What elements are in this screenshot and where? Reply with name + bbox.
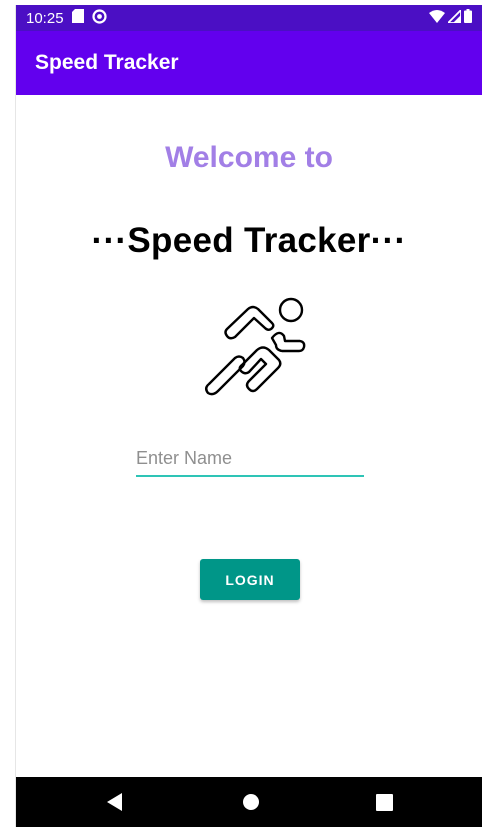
name-input[interactable] xyxy=(136,445,364,477)
back-icon[interactable] xyxy=(85,777,145,827)
recents-icon[interactable] xyxy=(354,777,414,827)
sd-card-icon xyxy=(71,9,84,27)
status-bar: 10:25 xyxy=(16,5,482,31)
navigation-bar xyxy=(16,777,482,827)
battery-icon xyxy=(464,9,472,27)
status-left: 10:25 xyxy=(26,8,107,28)
cellular-signal-icon xyxy=(445,7,462,27)
app-heading: ···Speed Tracker··· xyxy=(91,221,407,260)
status-right xyxy=(429,7,472,27)
app-bar: Speed Tracker xyxy=(16,31,482,95)
wifi-icon xyxy=(429,9,445,27)
home-icon[interactable] xyxy=(221,777,281,827)
status-time: 10:25 xyxy=(26,9,64,27)
login-button[interactable]: LOGIN xyxy=(200,559,300,600)
app-bar-title: Speed Tracker xyxy=(35,51,179,74)
sync-icon xyxy=(91,8,107,28)
welcome-text: Welcome to xyxy=(165,141,333,174)
runner-icon xyxy=(199,295,309,399)
app-screen: 10:25 Speed Tracker Welcome to ···Speed … xyxy=(15,5,482,827)
